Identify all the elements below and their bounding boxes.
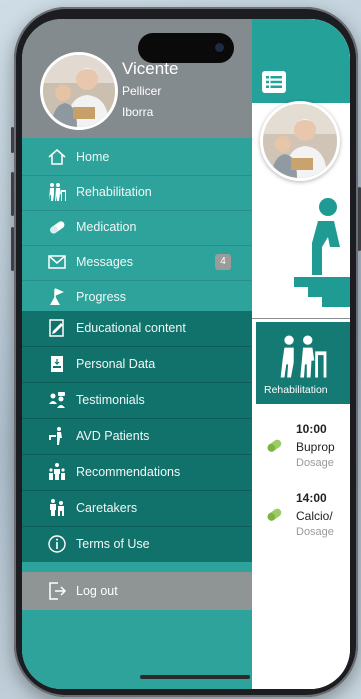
menu-item-label: Caretakers — [76, 501, 138, 515]
medication-time: 10:00 — [296, 422, 327, 436]
menu-item-label: Terms of Use — [76, 537, 150, 551]
menu-item-messages[interactable]: Messages 4 — [22, 245, 252, 281]
primary-menu: Home Rehabilitation Medication Messages — [22, 138, 252, 311]
caretakers-icon — [46, 498, 68, 518]
menu-item-educational-content[interactable]: Educational content — [22, 311, 252, 347]
pill-icon — [46, 217, 68, 237]
side-button — [11, 127, 14, 153]
menu-item-label: AVD Patients — [76, 429, 150, 443]
hamburger-menu-icon — [266, 76, 282, 88]
secondary-menu: Educational content Personal Data Testim… — [22, 311, 252, 562]
menu-item-label: Recommendations — [76, 465, 181, 479]
recommendations-icon — [46, 462, 68, 482]
testimonials-icon — [46, 390, 68, 410]
hamburger-menu-button[interactable] — [262, 71, 286, 93]
medication-dose: Dosage — [296, 457, 334, 469]
progress-flag-icon — [46, 287, 68, 307]
medication-name: Calcio/ — [296, 509, 333, 523]
menu-item-personal-data[interactable]: Personal Data — [22, 347, 252, 383]
medication-time: 14:00 — [296, 491, 327, 505]
menu-item-caretakers[interactable]: Caretakers — [22, 491, 252, 527]
edit-document-icon — [46, 318, 68, 338]
user-last-name-2: Iborra — [122, 105, 154, 119]
menu-item-label: Personal Data — [76, 357, 156, 371]
menu-item-avd-patients[interactable]: AVD Patients — [22, 419, 252, 455]
logout-label: Log out — [76, 584, 118, 598]
user-avatar[interactable] — [40, 52, 118, 130]
rehabilitation-tile[interactable]: Rehabilitation — [256, 322, 350, 404]
personal-data-icon — [46, 354, 68, 374]
medication-dose: Dosage — [296, 526, 334, 538]
menu-item-testimonials[interactable]: Testimonials — [22, 383, 252, 419]
avatar-photo-icon — [263, 104, 337, 178]
rehabilitation-hero-icon — [294, 198, 350, 307]
menu-item-recommendations[interactable]: Recommendations — [22, 455, 252, 491]
avatar-photo-icon — [43, 55, 115, 127]
menu-item-label: Home — [76, 150, 110, 164]
menu-item-medication[interactable]: Medication — [22, 210, 252, 246]
pill-icon — [267, 439, 282, 452]
menu-item-label: Progress — [76, 290, 127, 304]
logout-icon — [49, 582, 67, 600]
camera-icon — [215, 43, 224, 52]
volume-up-button — [11, 172, 14, 216]
menu-item-label: Educational content — [76, 321, 186, 335]
medication-name: Buprop — [296, 440, 335, 454]
messages-count-badge: 4 — [215, 254, 231, 270]
rehabilitation-tile-label: Rehabilitation — [264, 384, 328, 396]
home-icon — [46, 147, 68, 167]
menu-item-label: Medication — [76, 220, 137, 234]
avd-patients-icon — [46, 426, 68, 446]
menu-item-rehabilitation[interactable]: Rehabilitation — [22, 175, 252, 211]
pill-icon — [267, 508, 282, 521]
menu-item-terms-of-use[interactable]: Terms of Use — [22, 527, 252, 562]
rehabilitation-icon — [46, 182, 68, 202]
screen: Rehabilitation 10:00 Buprop Dosage 14:00… — [22, 19, 350, 689]
menu-item-label: Messages — [76, 255, 133, 269]
rehabilitation-walker-icon — [280, 335, 327, 378]
info-icon — [46, 534, 68, 554]
menu-item-label: Testimonials — [76, 393, 145, 407]
main-content: Rehabilitation 10:00 Buprop Dosage 14:00… — [252, 19, 350, 689]
divider — [252, 318, 350, 319]
user-avatar-small[interactable] — [260, 101, 340, 181]
menu-item-home[interactable]: Home — [22, 140, 252, 176]
logout-button[interactable]: Log out — [22, 572, 252, 610]
menu-item-progress[interactable]: Progress — [22, 280, 252, 315]
envelope-icon — [46, 252, 68, 272]
home-indicator[interactable] — [140, 675, 250, 679]
dynamic-island — [138, 33, 234, 63]
volume-down-button — [11, 227, 14, 271]
navigation-drawer: Vicente Pellicer Iborra Home Rehabilitat… — [22, 19, 252, 689]
user-last-name-1: Pellicer — [122, 84, 162, 98]
menu-item-label: Rehabilitation — [76, 185, 152, 199]
